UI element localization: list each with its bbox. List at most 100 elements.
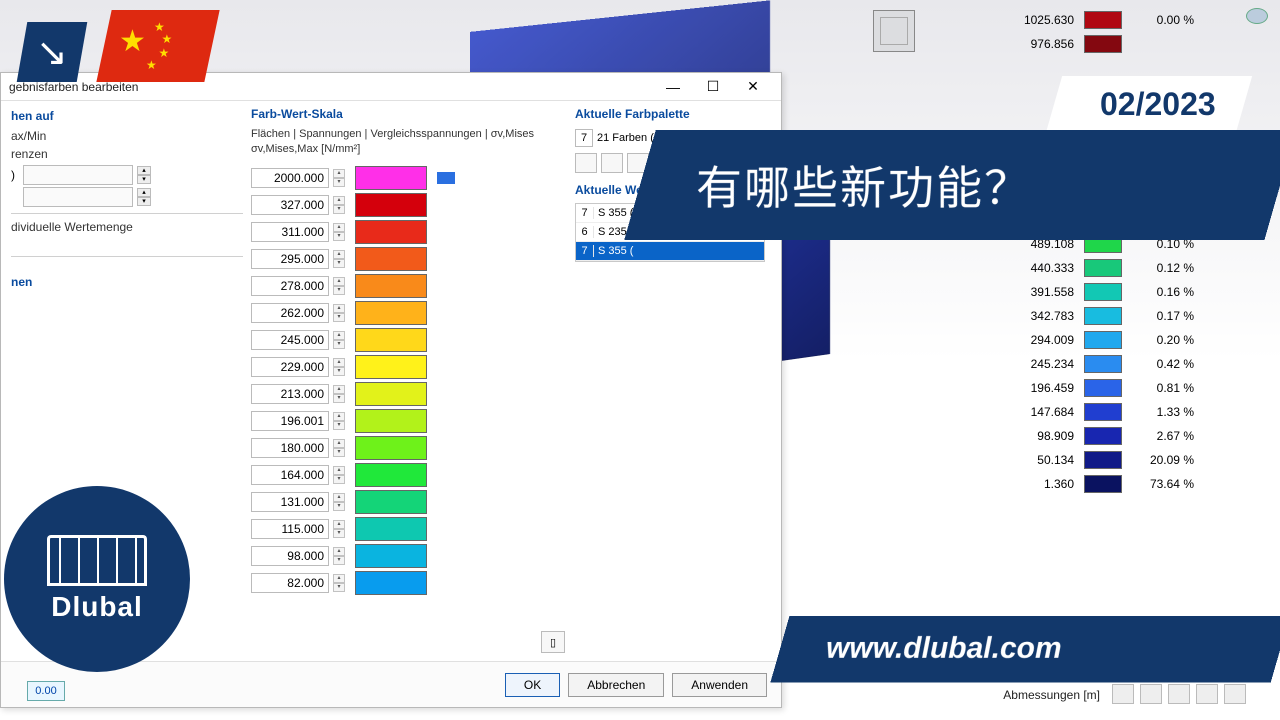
scale-list[interactable]: 2000.000▴▾327.000▴▾311.000▴▾295.000▴▾278… xyxy=(251,165,567,637)
color-swatch[interactable] xyxy=(355,436,427,460)
tool-icon[interactable] xyxy=(1196,684,1218,704)
step-down-icon[interactable]: ▾ xyxy=(333,394,345,403)
scale-row[interactable]: 262.000▴▾ xyxy=(251,300,563,327)
color-swatch[interactable] xyxy=(355,544,427,568)
limit-upper-spinner[interactable]: ) ▴▾ xyxy=(11,165,243,185)
apply-button[interactable]: Anwenden xyxy=(672,673,767,697)
minimize-icon[interactable]: — xyxy=(653,74,693,100)
cancel-button[interactable]: Abbrechen xyxy=(568,673,664,697)
step-down-icon[interactable]: ▾ xyxy=(333,529,345,538)
tool-icon[interactable] xyxy=(1140,684,1162,704)
step-down-icon[interactable]: ▾ xyxy=(333,313,345,322)
scale-row[interactable]: 115.000▴▾ xyxy=(251,516,563,543)
color-swatch[interactable] xyxy=(355,166,427,190)
step-up-icon[interactable]: ▴ xyxy=(333,493,345,502)
step-down-icon[interactable]: ▾ xyxy=(333,205,345,214)
scale-value[interactable]: 311.000 xyxy=(251,222,329,242)
step-down-icon[interactable]: ▾ xyxy=(333,340,345,349)
step-up-icon[interactable]: ▴ xyxy=(333,223,345,232)
scale-value[interactable]: 2000.000 xyxy=(251,168,329,188)
step-up-icon[interactable]: ▴ xyxy=(333,574,345,583)
scale-row[interactable]: 131.000 ▴▾ xyxy=(251,489,563,516)
step-down-icon[interactable]: ▾ xyxy=(137,175,151,184)
palette-tool-icon[interactable] xyxy=(601,153,623,173)
scale-value[interactable]: 295.000 xyxy=(251,249,329,269)
color-swatch[interactable] xyxy=(355,355,427,379)
color-swatch[interactable] xyxy=(355,193,427,217)
palette-tool-icon[interactable] xyxy=(575,153,597,173)
color-swatch[interactable] xyxy=(355,409,427,433)
step-down-icon[interactable]: ▾ xyxy=(333,232,345,241)
option-maxmin[interactable]: ax/Min xyxy=(11,129,243,143)
scale-row[interactable]: 2000.000 ▴▾ xyxy=(251,165,563,192)
color-swatch[interactable] xyxy=(355,328,427,352)
scale-row[interactable]: 98.000 ▴▾ xyxy=(251,543,563,570)
tool-icon[interactable] xyxy=(1112,684,1134,704)
color-swatch[interactable] xyxy=(355,274,427,298)
close-icon[interactable]: ✕ xyxy=(733,74,773,100)
step-up-icon[interactable]: ▴ xyxy=(333,466,345,475)
scale-value[interactable]: 164.000 xyxy=(251,465,329,485)
ok-button[interactable]: OK xyxy=(505,673,560,697)
step-down-icon[interactable]: ▾ xyxy=(333,367,345,376)
color-swatch[interactable] xyxy=(355,301,427,325)
color-swatch[interactable] xyxy=(355,463,427,487)
step-up-icon[interactable]: ▴ xyxy=(333,250,345,259)
fill-scale-icon[interactable]: ▯ xyxy=(541,631,565,653)
option-individual[interactable]: dividuelle Wertemenge xyxy=(11,220,243,234)
scale-row[interactable]: 311.000 ▴▾ xyxy=(251,219,563,246)
color-swatch[interactable] xyxy=(355,220,427,244)
scale-row[interactable]: 196.001▴▾ xyxy=(251,408,563,435)
step-up-icon[interactable]: ▴ xyxy=(137,166,151,175)
scale-row[interactable]: 245.000▴▾ xyxy=(251,327,563,354)
scale-row[interactable]: 164.000▴▾ xyxy=(251,462,563,489)
scale-value[interactable]: 213.000 xyxy=(251,384,329,404)
color-swatch[interactable] xyxy=(355,571,427,595)
scale-value[interactable]: 98.000 xyxy=(251,546,329,566)
scale-row[interactable]: 213.000 ▴▾ xyxy=(251,381,563,408)
step-down-icon[interactable]: ▾ xyxy=(333,178,345,187)
step-up-icon[interactable]: ▴ xyxy=(333,385,345,394)
step-down-icon[interactable]: ▾ xyxy=(333,448,345,457)
scale-value[interactable]: 245.000 xyxy=(251,330,329,350)
option-grenzen[interactable]: renzen xyxy=(11,147,243,161)
step-up-icon[interactable]: ▴ xyxy=(333,520,345,529)
step-up-icon[interactable]: ▴ xyxy=(137,188,151,197)
step-up-icon[interactable]: ▴ xyxy=(333,196,345,205)
scale-row[interactable]: 278.000 ▴▾ xyxy=(251,273,563,300)
scale-row[interactable]: 295.000 ▴▾ xyxy=(251,246,563,273)
corner-value[interactable]: 0.00 xyxy=(27,681,65,701)
step-down-icon[interactable]: ▾ xyxy=(333,286,345,295)
scale-row[interactable]: 327.000▴▾ xyxy=(251,192,563,219)
step-down-icon[interactable]: ▾ xyxy=(333,502,345,511)
step-up-icon[interactable]: ▴ xyxy=(333,439,345,448)
step-down-icon[interactable]: ▾ xyxy=(137,197,151,206)
step-down-icon[interactable]: ▾ xyxy=(333,259,345,268)
tool-icon[interactable] xyxy=(1224,684,1246,704)
visibility-icon[interactable] xyxy=(1246,8,1268,24)
scale-row[interactable]: 229.000▴▾ xyxy=(251,354,563,381)
step-up-icon[interactable]: ▴ xyxy=(333,304,345,313)
scale-value[interactable]: 180.000 xyxy=(251,438,329,458)
view-cube[interactable] xyxy=(873,10,915,52)
step-up-icon[interactable]: ▴ xyxy=(333,412,345,421)
limit-lower-spinner[interactable]: ▴▾ xyxy=(11,187,243,207)
step-up-icon[interactable]: ▴ xyxy=(333,169,345,178)
scale-row[interactable]: 82.000 ▴▾ xyxy=(251,570,563,597)
step-down-icon[interactable]: ▾ xyxy=(333,556,345,565)
maximize-icon[interactable]: ☐ xyxy=(693,74,733,100)
tool-icon[interactable] xyxy=(1168,684,1190,704)
scale-value[interactable]: 82.000 xyxy=(251,573,329,593)
step-up-icon[interactable]: ▴ xyxy=(333,358,345,367)
step-down-icon[interactable]: ▾ xyxy=(333,583,345,592)
step-up-icon[interactable]: ▴ xyxy=(333,277,345,286)
step-up-icon[interactable]: ▴ xyxy=(333,547,345,556)
limit-lower-input[interactable] xyxy=(23,187,133,207)
list-item[interactable]: 7S 355 ( xyxy=(576,242,764,261)
scale-value[interactable]: 278.000 xyxy=(251,276,329,296)
step-down-icon[interactable]: ▾ xyxy=(333,421,345,430)
color-swatch[interactable] xyxy=(355,247,427,271)
scale-value[interactable]: 131.000 xyxy=(251,492,329,512)
color-swatch[interactable] xyxy=(355,517,427,541)
color-swatch[interactable] xyxy=(355,490,427,514)
